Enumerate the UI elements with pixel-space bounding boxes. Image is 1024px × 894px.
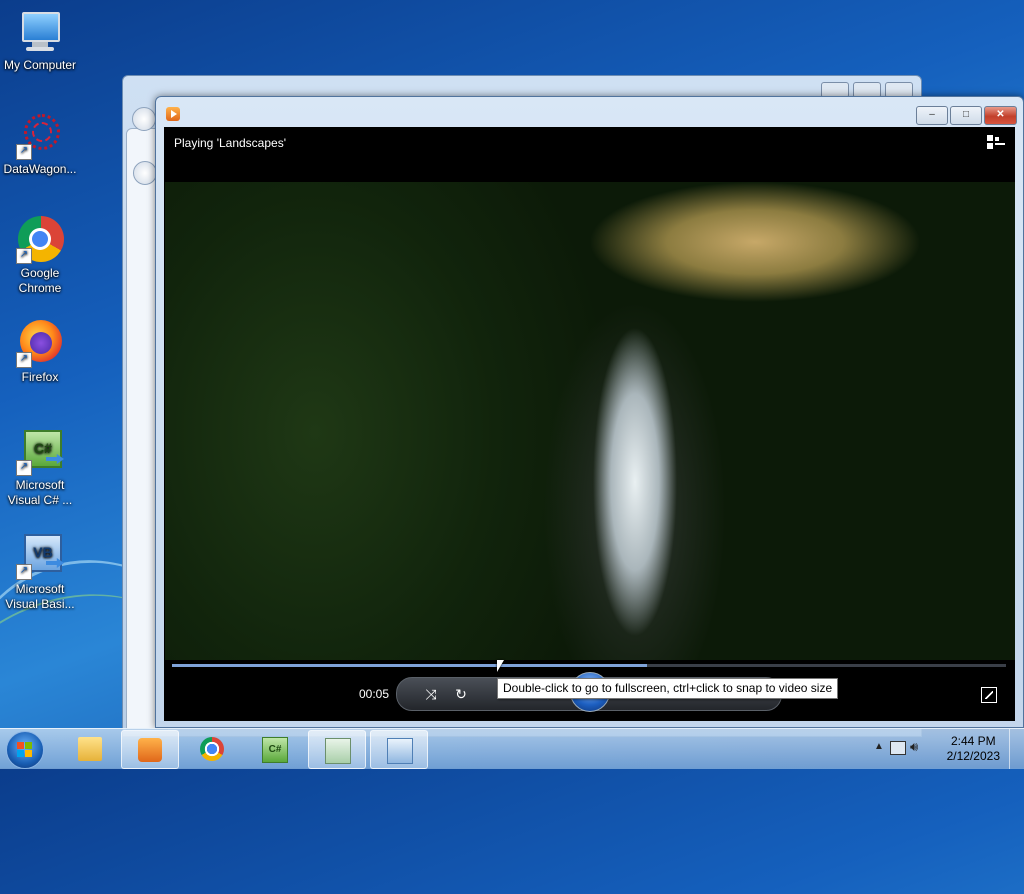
taskbar-control-panel[interactable] [370, 730, 428, 769]
desktop-icon-label: DataWagon... [3, 162, 77, 176]
back-nav-button[interactable] [133, 161, 157, 185]
system-clock[interactable]: 2:44 PM 2/12/2023 [947, 734, 1000, 764]
desktop-icon-visual-csharp[interactable]: C# ↗ Microsoft Visual C# ... [0, 428, 80, 508]
taskbar-media-player[interactable] [121, 730, 179, 769]
visual-csharp-icon: C# ↗ [16, 428, 64, 476]
chrome-icon: ↗ [16, 216, 64, 264]
mouse-cursor [497, 660, 504, 672]
now-playing-title: Playing 'Landscapes' [174, 136, 286, 150]
shortcut-arrow-icon: ↗ [16, 564, 32, 580]
desktop-icon-label: Microsoft Visual C# ... [7, 478, 73, 507]
network-icon[interactable] [890, 741, 906, 755]
datawagon-icon: ↗ [16, 112, 64, 160]
repeat-icon[interactable]: ↻ [453, 686, 469, 702]
media-player-icon [138, 738, 162, 762]
desktop-icon-label: Firefox [21, 370, 59, 384]
now-playing-view[interactable]: Playing 'Landscapes' 00:05 ⤨ ↻ [164, 127, 1015, 721]
desktop-icon-google-chrome[interactable]: ↗ Google Chrome [0, 216, 80, 296]
start-button[interactable] [6, 731, 44, 769]
seek-bar[interactable] [172, 664, 1006, 667]
maximize-button[interactable]: □ [950, 106, 982, 125]
control-panel-icon [387, 738, 413, 764]
desktop-icon-firefox[interactable]: ↗ Firefox [0, 320, 80, 385]
clock-date: 2/12/2023 [946, 749, 1000, 763]
desktop-icon-visual-basic[interactable]: VB ↗ Microsoft Visual Basi... [0, 532, 80, 612]
seek-bar-progress [172, 664, 648, 667]
firefox-icon: ↗ [16, 320, 64, 368]
desktop-icon-label: Google Chrome [18, 266, 62, 295]
shuffle-icon[interactable]: ⤨ [423, 686, 439, 702]
show-hidden-icons-icon[interactable]: ▲ [874, 741, 884, 752]
close-button[interactable]: ✕ [984, 106, 1017, 125]
computer-icon [16, 8, 64, 56]
taskbar-google-chrome[interactable] [184, 730, 240, 767]
fullscreen-icon[interactable] [981, 687, 997, 703]
taskbar-notepad[interactable] [308, 730, 366, 769]
visual-basic-icon: VB ↗ [16, 532, 64, 580]
folder-icon [78, 737, 102, 761]
taskbar-visual-csharp[interactable]: C# [246, 730, 302, 767]
back-nav-button[interactable] [132, 107, 156, 131]
document-icon [325, 738, 351, 764]
media-player-app-icon [166, 107, 180, 121]
shortcut-arrow-icon: ↗ [16, 460, 32, 476]
visual-csharp-icon: C# [262, 737, 288, 763]
taskbar-file-explorer[interactable] [62, 730, 118, 767]
shortcut-arrow-icon: ↗ [16, 352, 32, 368]
desktop-icon-my-computer[interactable]: My Computer [0, 8, 80, 73]
switch-to-library-icon[interactable] [987, 135, 1005, 151]
desktop-icon-datawagon[interactable]: ↗ DataWagon... [0, 112, 80, 177]
media-player-window[interactable]: – □ ✕ Playing 'Landscapes' 00:05 ⤨ ↻ [155, 96, 1024, 728]
notification-area: ▲ 🔊︎ 2:44 PM 2/12/2023 [864, 729, 1024, 769]
desktop-icon-label: Microsoft Visual Basi... [5, 582, 75, 611]
show-desktop-button[interactable] [1009, 729, 1024, 769]
volume-icon[interactable]: 🔊︎ [910, 739, 918, 755]
clock-time: 2:44 PM [950, 734, 996, 748]
taskbar: C# ▲ 🔊︎ 2:44 PM 2/12/2023 [0, 728, 1024, 769]
shortcut-arrow-icon: ↗ [16, 248, 32, 264]
minimize-button[interactable]: – [916, 106, 948, 125]
shortcut-arrow-icon: ↗ [16, 144, 32, 160]
tooltip: Double-click to go to fullscreen, ctrl+c… [497, 678, 839, 699]
elapsed-time: 00:05 [359, 687, 390, 701]
desktop-icon-label: My Computer [3, 58, 77, 72]
chrome-icon [200, 737, 224, 761]
video-frame[interactable] [165, 182, 1015, 660]
